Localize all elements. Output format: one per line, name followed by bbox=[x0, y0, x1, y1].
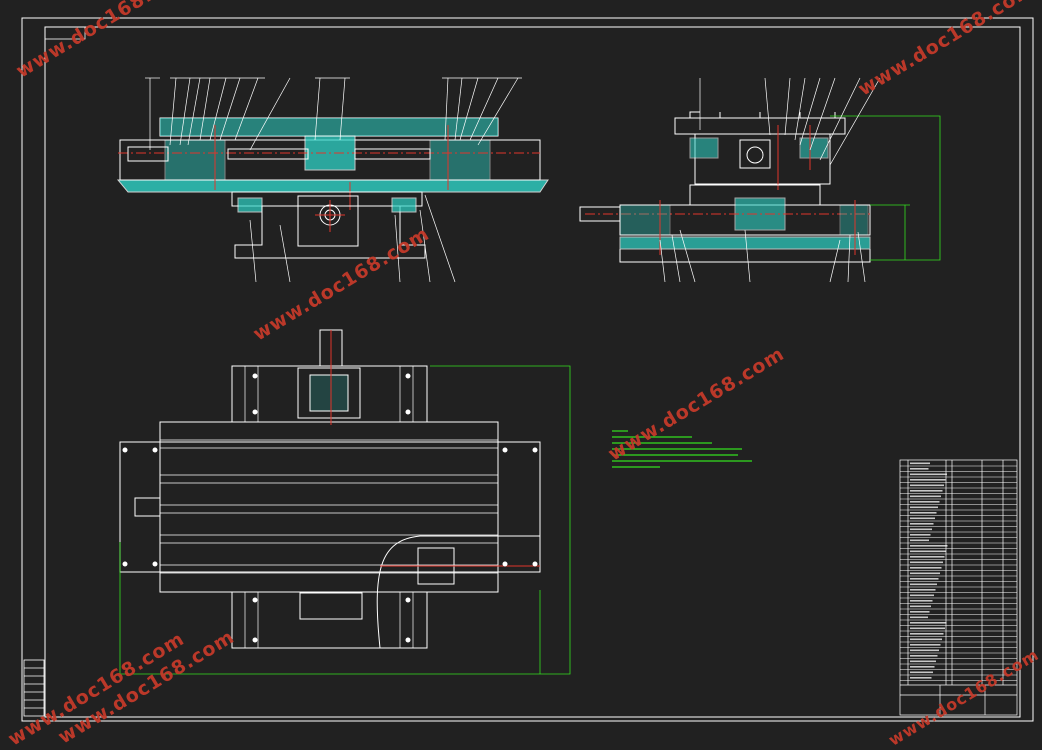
parts-list-cell-text bbox=[910, 567, 942, 569]
parts-list-cell-text bbox=[910, 468, 929, 470]
parts-list-cell-text bbox=[910, 666, 935, 668]
parts-list-cell-text bbox=[910, 523, 934, 525]
parts-list-cell-text bbox=[910, 501, 940, 503]
parts-list-cell-text bbox=[910, 528, 932, 531]
parts-list-cell-text bbox=[910, 506, 938, 509]
parts-list-cell-text bbox=[910, 561, 943, 564]
parts-list-cell-text bbox=[910, 622, 947, 624]
cad-drawing bbox=[0, 0, 1042, 741]
parts-list-cell-text bbox=[910, 539, 929, 542]
parts-list-cell-text bbox=[910, 495, 941, 498]
parts-list-cell-text bbox=[910, 462, 930, 465]
parts-list-cell-text bbox=[910, 605, 931, 608]
parts-list-cell-text bbox=[910, 490, 943, 492]
parts-list-cell-text bbox=[910, 649, 939, 652]
parts-list-cell-text bbox=[910, 633, 944, 635]
parts-list-cell-text bbox=[910, 550, 946, 553]
parts-list-cell-text bbox=[910, 479, 946, 481]
parts-list-cell-text bbox=[910, 677, 932, 679]
parts-list-cell-text bbox=[910, 534, 931, 536]
parts-list-cell-text bbox=[910, 589, 936, 591]
parts-list-cell-text bbox=[910, 578, 939, 580]
parts-list-cell-text bbox=[910, 616, 928, 619]
parts-list-cell-text bbox=[910, 638, 942, 641]
parts-list-cell-text bbox=[910, 655, 938, 657]
parts-list-cell-text bbox=[910, 627, 945, 630]
parts-list-cell-text bbox=[910, 671, 933, 674]
parts-list-cell-text bbox=[910, 512, 937, 514]
parts-list-cell-text bbox=[910, 611, 930, 613]
parts-list-cell-text bbox=[910, 644, 941, 646]
parts-list-cell-text bbox=[910, 473, 947, 476]
parts-list-cell-text bbox=[910, 572, 940, 575]
parts-list-cell-text bbox=[910, 660, 936, 663]
parts-list-cell-text bbox=[910, 594, 934, 597]
parts-list-cell-text bbox=[910, 517, 935, 520]
parts-list-cell-text bbox=[910, 600, 933, 602]
parts-list-cell-text bbox=[910, 556, 945, 558]
parts-list-cell-text bbox=[910, 583, 937, 586]
parts-list-cell-text bbox=[910, 545, 948, 547]
parts-list-cell-text bbox=[910, 484, 944, 487]
